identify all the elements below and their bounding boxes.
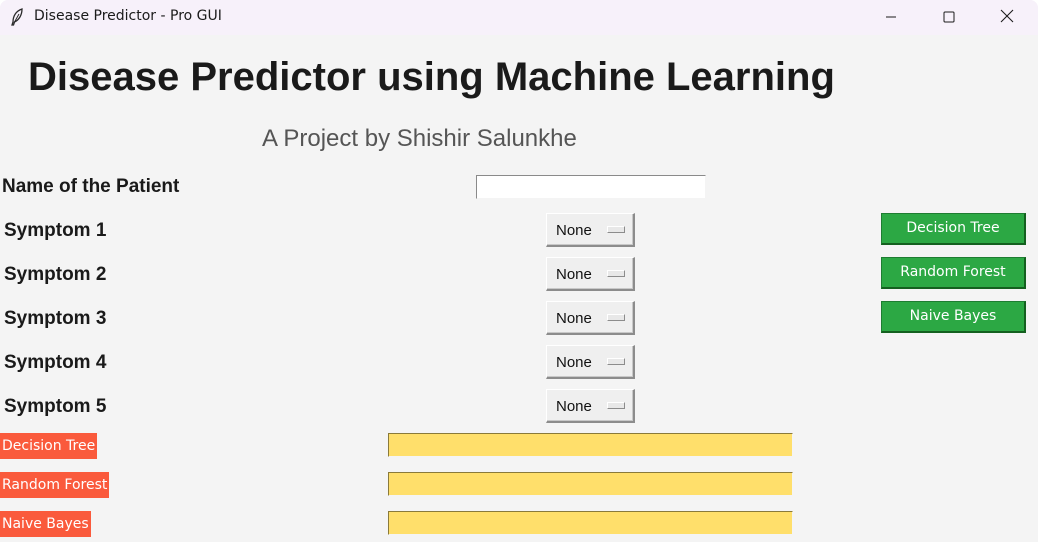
minimize-icon: [885, 8, 897, 27]
decision-tree-result-label: Decision Tree: [0, 433, 98, 459]
naive-bayes-result-field[interactable]: [388, 511, 793, 535]
feather-icon: [10, 8, 24, 26]
window-title: Disease Predictor - Pro GUI: [34, 8, 222, 24]
close-button[interactable]: [978, 0, 1036, 35]
symptom-1-dropdown[interactable]: None: [546, 213, 635, 247]
symptom-3-value: None: [556, 310, 592, 327]
symptom-2-dropdown[interactable]: None: [546, 257, 635, 291]
symptom-2-label: Symptom 2: [4, 264, 107, 285]
client-area: Disease Predictor using Machine Learning…: [0, 35, 1038, 542]
page-subtitle: A Project by Shishir Salunkhe: [262, 125, 577, 152]
app-window: Disease Predictor - Pro GUI Disease Pred…: [0, 0, 1038, 542]
dropdown-indicator-icon: [607, 226, 625, 233]
maximize-icon: [943, 8, 955, 27]
naive-bayes-result-label: Naive Bayes: [0, 511, 91, 537]
symptom-5-label: Symptom 5: [4, 396, 107, 417]
symptom-3-dropdown[interactable]: None: [546, 301, 635, 335]
patient-name-input[interactable]: [476, 175, 706, 199]
symptom-3-label: Symptom 3: [4, 308, 107, 329]
close-icon: [1000, 8, 1014, 27]
decision-tree-result-field[interactable]: [388, 433, 793, 457]
page-title: Disease Predictor using Machine Learning: [28, 55, 835, 99]
maximize-button[interactable]: [920, 0, 978, 35]
naive-bayes-button[interactable]: Naive Bayes: [881, 301, 1026, 333]
dropdown-indicator-icon: [607, 270, 625, 277]
symptom-2-value: None: [556, 266, 592, 283]
dropdown-indicator-icon: [607, 358, 625, 365]
random-forest-result-field[interactable]: [388, 472, 793, 496]
symptom-1-label: Symptom 1: [4, 220, 107, 241]
symptom-5-value: None: [556, 398, 592, 415]
dropdown-indicator-icon: [607, 314, 625, 321]
symptom-1-value: None: [556, 222, 592, 239]
dropdown-indicator-icon: [607, 402, 625, 409]
title-bar[interactable]: Disease Predictor - Pro GUI: [0, 0, 1038, 35]
random-forest-result-label: Random Forest: [0, 472, 110, 498]
symptom-5-dropdown[interactable]: None: [546, 389, 635, 423]
symptom-4-value: None: [556, 354, 592, 371]
symptom-4-dropdown[interactable]: None: [546, 345, 635, 379]
symptom-4-label: Symptom 4: [4, 352, 107, 373]
random-forest-button[interactable]: Random Forest: [881, 257, 1026, 289]
decision-tree-button[interactable]: Decision Tree: [881, 213, 1026, 245]
patient-name-label: Name of the Patient: [2, 176, 180, 197]
minimize-button[interactable]: [862, 0, 920, 35]
